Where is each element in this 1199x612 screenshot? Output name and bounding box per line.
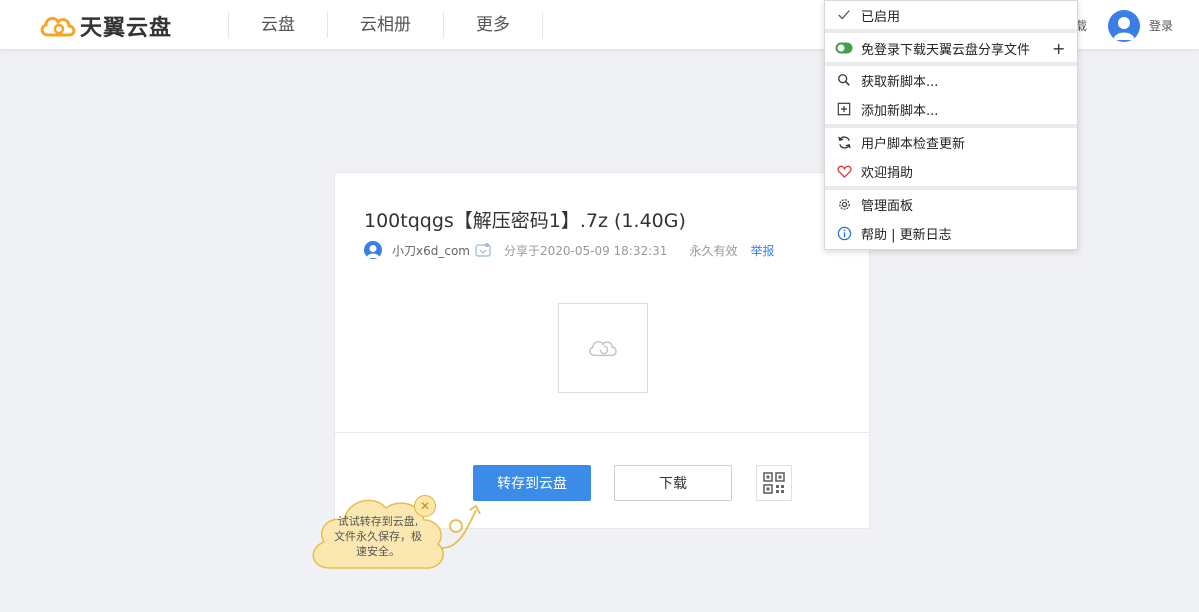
plus-icon[interactable]: + [1052, 39, 1065, 58]
card-divider [335, 432, 869, 433]
nav-album[interactable]: 云相册 [327, 12, 443, 38]
share-time: 分享于2020-05-09 18:32:31 [503, 243, 668, 258]
toggle-on-icon [835, 39, 853, 57]
menu-label: 管理面板 [861, 198, 914, 214]
refresh-icon [835, 133, 853, 151]
menu-label: 获取新脚本... [861, 74, 939, 90]
menu-help[interactable]: 帮助 | 更新日志 [825, 220, 1077, 246]
userscript-menu: 已启用 免登录下载天翼云盘分享文件 + 获取新脚本... 添加新脚本... 用户… [824, 0, 1078, 250]
share-card: 100tqqgs【解压密码1】.7z (1.40G) 小刀x6d_com 分享于… [334, 172, 870, 529]
menu-label: 帮助 | 更新日志 [861, 227, 952, 243]
file-thumbnail [558, 303, 648, 393]
add-box-icon [835, 100, 853, 118]
user-icon [366, 245, 380, 258]
info-icon [835, 224, 853, 242]
cloud-tip-text: 试试转存到云盘, 文件永久保存，极 速安全。 [326, 514, 430, 559]
nav-cloud[interactable]: 云盘 [228, 12, 327, 38]
heart-icon [835, 162, 853, 180]
vip-badge-icon [475, 243, 491, 257]
download-button[interactable]: 下载 [614, 465, 732, 501]
sharer-name: 小刀x6d_com [392, 243, 470, 258]
menu-label: 添加新脚本... [861, 103, 939, 119]
qrcode-icon [763, 472, 785, 494]
logo-text: 天翼云盘 [80, 16, 173, 41]
menu-label: 免登录下载天翼云盘分享文件 [861, 42, 1031, 58]
menu-dashboard[interactable]: 管理面板 [825, 191, 1077, 217]
gear-icon [835, 195, 853, 213]
menu-script-toggle[interactable]: 免登录下载天翼云盘分享文件 + [825, 35, 1077, 61]
user-icon [1113, 17, 1135, 40]
menu-enabled[interactable]: 已启用 [825, 2, 1077, 28]
tip-line: 试试转存到云盘, [337, 515, 419, 528]
search-icon [835, 71, 853, 89]
logo[interactable]: 天翼云盘 [38, 12, 173, 41]
menu-add-script[interactable]: 添加新脚本... [825, 96, 1077, 122]
menu-label: 已启用 [861, 9, 901, 25]
close-icon[interactable]: ✕ [414, 495, 436, 517]
sharer-avatar [364, 241, 382, 259]
menu-donate[interactable]: 欢迎捐助 [825, 158, 1077, 184]
cloud-icon [589, 341, 617, 357]
avatar[interactable] [1108, 10, 1140, 42]
menu-separator [825, 29, 1077, 33]
qrcode-button[interactable] [756, 465, 792, 501]
menu-separator [825, 62, 1077, 66]
file-title: 100tqqgs【解压密码1】.7z (1.40G) [364, 210, 686, 232]
login-link[interactable]: 登录 [1149, 17, 1173, 34]
tip-line: 文件永久保存，极 [334, 530, 422, 543]
menu-separator [825, 186, 1077, 190]
check-icon [835, 6, 853, 24]
menu-separator [825, 124, 1077, 128]
menu-label: 用户脚本检查更新 [861, 136, 966, 152]
report-link[interactable]: 举报 [750, 242, 774, 259]
menu-get-scripts[interactable]: 获取新脚本... [825, 67, 1077, 93]
cloud-logo-icon [40, 16, 76, 37]
menu-label: 欢迎捐助 [861, 165, 914, 181]
tip-line: 速安全。 [356, 545, 400, 558]
nav-more[interactable]: 更多 [443, 12, 543, 38]
main-nav: 云盘 云相册 更多 [228, 12, 543, 38]
file-meta: 小刀x6d_com 分享于2020-05-09 18:32:31 永久有效 举报 [364, 241, 774, 259]
menu-check-updates[interactable]: 用户脚本检查更新 [825, 129, 1077, 155]
validity: 永久有效 [689, 243, 738, 258]
